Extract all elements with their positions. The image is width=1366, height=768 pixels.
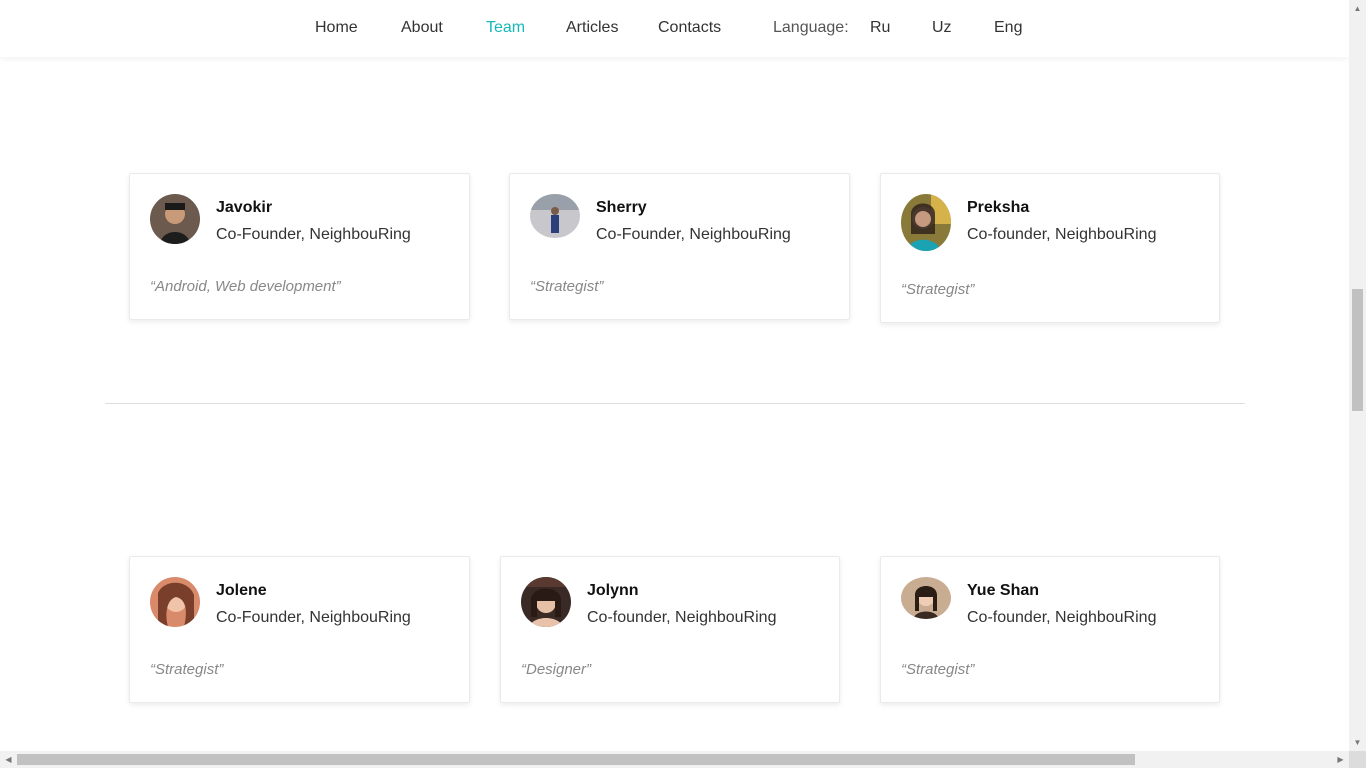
nav-about[interactable]: About — [401, 19, 443, 37]
member-name: Jolene — [216, 582, 267, 599]
language-ru[interactable]: Ru — [870, 19, 890, 37]
scroll-left-icon[interactable]: ◀ — [0, 751, 17, 768]
vertical-scrollbar[interactable]: ▲ ▼ — [1349, 0, 1366, 751]
avatar — [521, 577, 571, 627]
team-card-javokir: Javokir Co-Founder, NeighbouRing “Androi… — [129, 173, 470, 320]
scroll-right-icon[interactable]: ▶ — [1332, 751, 1349, 768]
member-role: Co-Founder, NeighbouRing — [596, 226, 791, 243]
horizontal-scrollbar[interactable]: ◀ ▶ — [0, 751, 1349, 768]
member-quote: “Strategist” — [150, 661, 224, 678]
avatar-photo-icon — [901, 577, 951, 619]
member-quote: “Strategist” — [901, 661, 975, 678]
member-quote: “Strategist” — [901, 281, 975, 298]
section-divider — [105, 403, 1245, 404]
language-eng[interactable]: Eng — [994, 19, 1022, 37]
scroll-down-icon[interactable]: ▼ — [1349, 734, 1366, 751]
member-role: Co-founder, NeighbouRing — [587, 609, 777, 626]
team-card-sherry: Sherry Co-Founder, NeighbouRing “Strateg… — [509, 173, 850, 320]
nav-articles[interactable]: Articles — [566, 19, 618, 37]
avatar-photo-icon — [150, 194, 200, 244]
avatar — [901, 577, 951, 619]
team-card-yue-shan: Yue Shan Co-founder, NeighbouRing “Strat… — [880, 556, 1220, 703]
page: Home About Team Articles Contacts Langua… — [0, 0, 1349, 751]
avatar — [150, 577, 200, 627]
avatar — [150, 194, 200, 244]
team-card-jolene: Jolene Co-Founder, NeighbouRing “Strateg… — [129, 556, 470, 703]
member-role: Co-Founder, NeighbouRing — [216, 226, 411, 243]
member-quote: “Strategist” — [530, 278, 604, 295]
nav-team[interactable]: Team — [486, 19, 525, 37]
horizontal-scroll-thumb[interactable] — [17, 754, 1135, 765]
member-name: Sherry — [596, 199, 647, 216]
member-name: Preksha — [967, 199, 1030, 216]
nav-home[interactable]: Home — [315, 19, 358, 37]
avatar-photo-icon — [901, 194, 951, 251]
member-quote: “Designer” — [521, 661, 592, 678]
vertical-scroll-thumb[interactable] — [1352, 289, 1363, 411]
scrollbar-corner — [1349, 751, 1366, 768]
member-role: Co-founder, NeighbouRing — [967, 226, 1157, 243]
member-quote: “Android, Web development” — [150, 278, 341, 295]
member-role: Co-Founder, NeighbouRing — [216, 609, 411, 626]
team-card-preksha: Preksha Co-founder, NeighbouRing “Strate… — [880, 173, 1220, 323]
avatar-photo-icon — [150, 577, 200, 627]
team-card-jolynn: Jolynn Co-founder, NeighbouRing “Designe… — [500, 556, 840, 703]
avatar-photo-icon — [530, 194, 580, 238]
language-uz[interactable]: Uz — [932, 19, 952, 37]
member-name: Yue Shan — [967, 582, 1040, 599]
avatar — [530, 194, 580, 238]
avatar-photo-icon — [521, 577, 571, 627]
top-navbar: Home About Team Articles Contacts Langua… — [0, 0, 1349, 57]
nav-contacts[interactable]: Contacts — [658, 19, 721, 37]
scroll-up-icon[interactable]: ▲ — [1349, 0, 1366, 17]
language-label: Language: — [773, 19, 849, 36]
member-role: Co-founder, NeighbouRing — [967, 609, 1157, 626]
avatar — [901, 194, 951, 251]
member-name: Jolynn — [587, 582, 639, 599]
member-name: Javokir — [216, 199, 273, 216]
